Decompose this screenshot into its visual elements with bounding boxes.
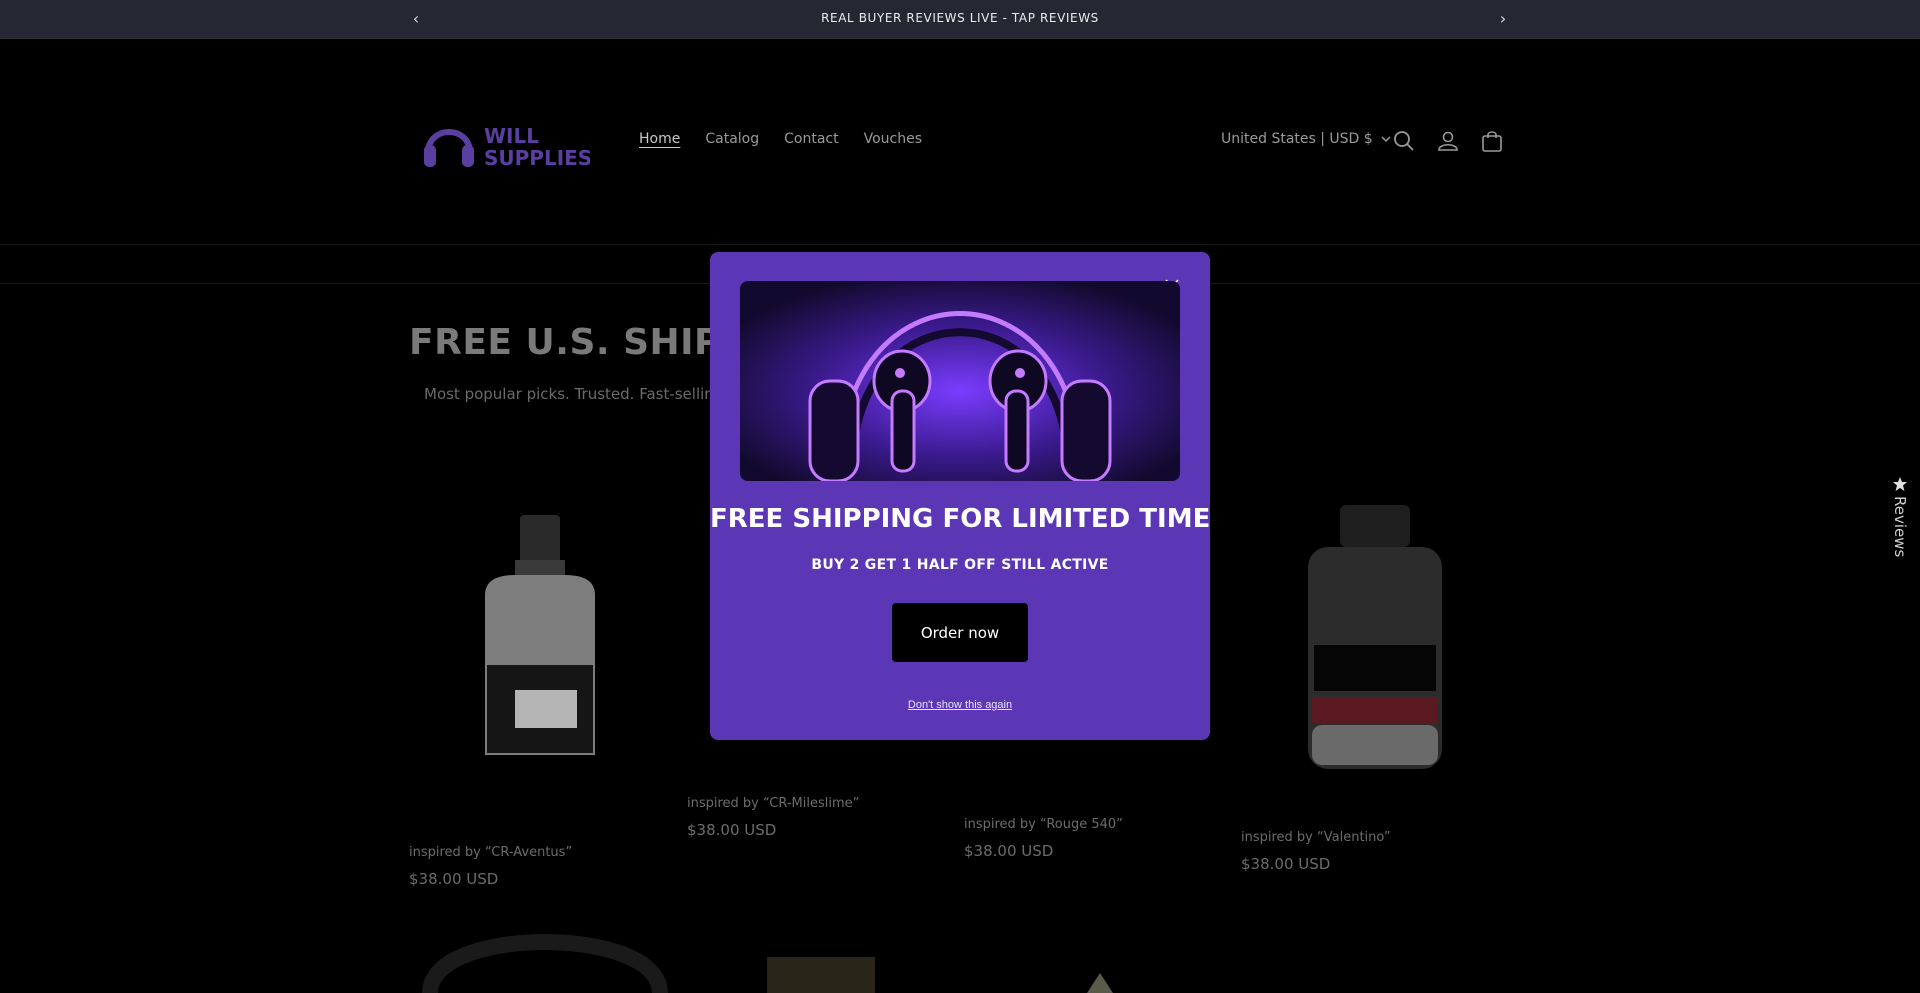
collection-title: FREE U.S. SHIPPI <box>409 322 762 363</box>
nav-catalog[interactable]: Catalog <box>705 131 759 147</box>
popup-subtitle: BUY 2 GET 1 HALF OFF STILL ACTIVE <box>811 557 1109 573</box>
product-title[interactable]: inspired by “Valentino” <box>1241 830 1391 845</box>
product-card[interactable]: inspired by “Rouge 540” $38.00 USD <box>964 817 1123 860</box>
product-card[interactable]: inspired by “CR-Mileslime” $38.00 USD <box>687 796 859 839</box>
site-header: WILL SUPPLIES Home Catalog Contact Vouch… <box>0 39 1920 244</box>
product-image-cologne-cap[interactable] <box>765 955 877 993</box>
product-card[interactable]: inspired by “CR-Aventus” $38.00 USD <box>409 845 572 888</box>
popup-title: FREE SHIPPING FOR LIMITED TIME <box>710 504 1211 534</box>
nav-vouches[interactable]: Vouches <box>864 131 922 147</box>
brand-logo[interactable]: WILL SUPPLIES <box>422 111 592 173</box>
popup-hero-image <box>740 281 1180 481</box>
logo-line-2: SUPPLIES <box>484 146 590 170</box>
main-nav: Home Catalog Contact Vouches <box>639 131 922 147</box>
star-icon <box>1893 477 1907 491</box>
product-title[interactable]: inspired by “CR-Aventus” <box>409 845 572 860</box>
product-image-valentino[interactable] <box>1300 505 1450 770</box>
neon-headphones-earbuds-image <box>740 281 1180 481</box>
product-image-headphones[interactable] <box>420 915 670 993</box>
announcement-bar: ‹ REAL BUYER REVIEWS LIVE - TAP REVIEWS … <box>0 0 1920 39</box>
locale-selector[interactable]: United States | USD $ <box>1221 131 1391 147</box>
product-price: $38.00 USD <box>1241 855 1331 873</box>
product-image-bottle-top[interactable] <box>1085 973 1115 993</box>
chevron-down-icon <box>1381 135 1391 142</box>
search-icon[interactable] <box>1392 129 1416 153</box>
collection-subtitle: Most popular picks. Trusted. Fast-sellin… <box>424 385 724 403</box>
logo-line-1: WILL <box>484 124 539 148</box>
product-price: $38.00 USD <box>964 842 1054 860</box>
announcement-text[interactable]: REAL BUYER REVIEWS LIVE - TAP REVIEWS <box>0 11 1920 25</box>
cart-icon[interactable] <box>1480 129 1504 153</box>
product-title[interactable]: inspired by “CR-Mileslime” <box>687 796 859 811</box>
headphones-logo-icon: WILL SUPPLIES <box>424 124 592 170</box>
dont-show-again-link[interactable]: Don't show this again <box>710 699 1210 711</box>
product-image-aventus[interactable] <box>465 510 615 760</box>
order-now-button[interactable]: Order now <box>892 603 1028 662</box>
reviews-tab-label: Reviews <box>1891 496 1909 558</box>
account-icon[interactable] <box>1436 129 1460 153</box>
nav-contact[interactable]: Contact <box>784 131 838 147</box>
chevron-right-icon[interactable]: › <box>1493 9 1513 29</box>
reviews-side-tab[interactable]: Reviews <box>1888 476 1912 566</box>
product-price: $38.00 USD <box>409 870 499 888</box>
product-price: $38.00 USD <box>687 821 777 839</box>
product-card[interactable]: inspired by “Valentino” $38.00 USD <box>1241 830 1391 873</box>
promo-popup: FREE SHIPPING FOR LIMITED TIME BUY 2 GET… <box>710 252 1210 740</box>
nav-home[interactable]: Home <box>639 131 680 147</box>
product-title[interactable]: inspired by “Rouge 540” <box>964 817 1123 832</box>
locale-label: United States | USD $ <box>1221 131 1373 147</box>
